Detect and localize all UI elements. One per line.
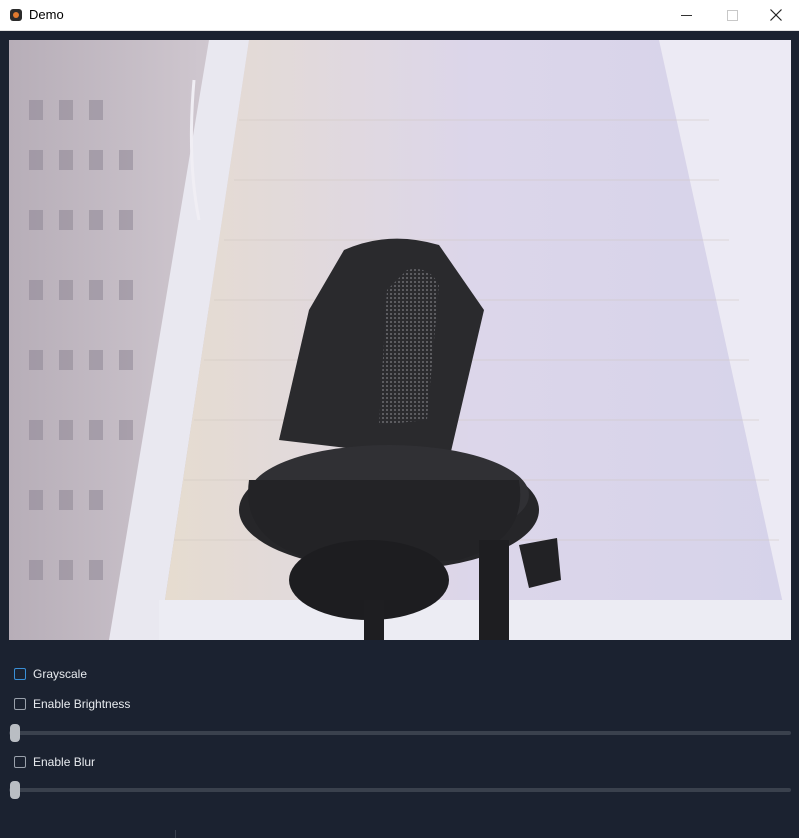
maximize-button[interactable] [709,0,755,31]
grayscale-checkbox[interactable] [14,668,26,680]
blur-slider-track[interactable] [9,788,791,792]
window-title: Demo [29,7,64,22]
status-divider [175,830,176,838]
brightness-row[interactable]: Enable Brightness [14,696,130,712]
close-button[interactable] [753,0,799,31]
minimize-icon [681,15,692,16]
brightness-slider-track[interactable] [9,731,791,735]
maximize-icon [727,10,738,21]
blur-slider-thumb[interactable] [10,781,20,799]
brightness-slider-thumb[interactable] [10,724,20,742]
blur-slider[interactable] [9,781,791,799]
blur-row[interactable]: Enable Blur [14,754,95,770]
grayscale-label[interactable]: Grayscale [33,667,87,681]
brightness-slider[interactable] [9,724,791,742]
blur-checkbox[interactable] [14,756,26,768]
grayscale-row[interactable]: Grayscale [14,666,87,682]
title-bar: Demo [0,0,799,31]
brightness-label[interactable]: Enable Brightness [33,697,130,711]
blur-label[interactable]: Enable Blur [33,755,95,769]
brightness-checkbox[interactable] [14,698,26,710]
close-icon [770,9,782,21]
app-icon [10,9,22,21]
minimize-button[interactable] [663,0,709,31]
video-feed [9,40,791,640]
